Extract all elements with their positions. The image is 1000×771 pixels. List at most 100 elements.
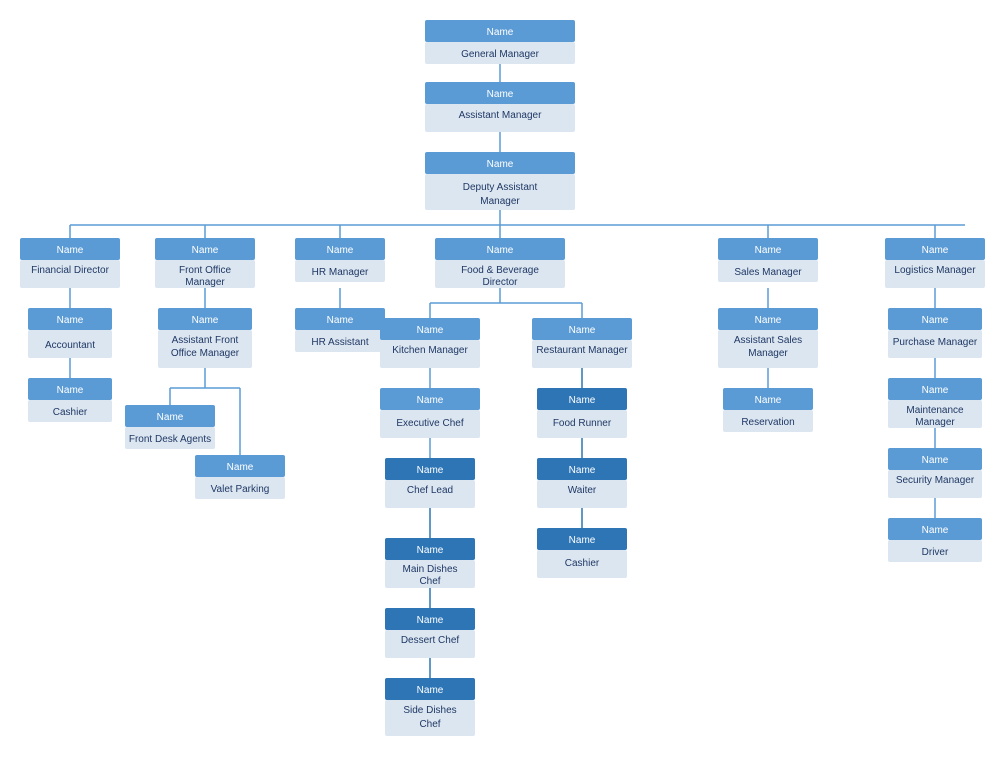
node-cashier-financial: Name Cashier: [28, 378, 112, 422]
node-am-role-text: Assistant Manager: [459, 110, 542, 121]
node-fom-name-text: Name: [192, 245, 219, 256]
node-general-manager: Name General Manager: [425, 20, 575, 64]
node-sm-name-text: Name: [755, 245, 782, 256]
node-mdc-role-text2: Chef: [419, 576, 440, 587]
node-cash-fin-name-text: Name: [57, 385, 84, 396]
node-fr-name-text: Name: [569, 395, 596, 406]
node-am-name-text: Name: [487, 89, 514, 100]
node-financial-director: Name Financial Director: [20, 238, 120, 288]
node-hr-manager: Name HR Manager: [295, 238, 385, 282]
node-executive-chef: Name Executive Chef: [380, 388, 480, 438]
node-afom-role-text2: Office Manager: [171, 348, 240, 359]
node-food-beverage-director: Name Food & Beverage Director: [435, 238, 565, 288]
node-km-role-text: Kitchen Manager: [392, 345, 468, 356]
node-gm-name-text: Name: [487, 27, 514, 38]
node-afom-role-text: Assistant Front: [172, 335, 239, 346]
node-asst-front-office-manager: Name Assistant Front Office Manager: [158, 308, 252, 368]
node-fbd-role-text2: Director: [482, 277, 518, 288]
node-side-dishes-chef: Name Side Dishes Chef: [385, 678, 475, 736]
node-asst-sales-manager: Name Assistant Sales Manager: [718, 308, 818, 368]
node-mdc-name-text: Name: [417, 545, 444, 556]
node-dam-name-text: Name: [487, 159, 514, 170]
node-dam-role-text2: Manager: [480, 196, 520, 207]
node-lm-name-text: Name: [922, 245, 949, 256]
node-cash-rest-name-text: Name: [569, 535, 596, 546]
node-mm-role-text: Maintenance: [906, 405, 964, 416]
node-dc-role-text: Dessert Chef: [401, 635, 460, 646]
node-sales-manager: Name Sales Manager: [718, 238, 818, 282]
node-front-desk-agents: Name Front Desk Agents: [125, 405, 215, 449]
node-fda-role-text: Front Desk Agents: [129, 434, 211, 445]
node-res-name-text: Name: [755, 395, 782, 406]
node-sdc-role-text2: Chef: [419, 719, 440, 730]
node-security-manager: Name Security Manager: [888, 448, 982, 498]
node-drv-role-text: Driver: [922, 547, 949, 558]
node-hra-role-text: HR Assistant: [311, 337, 368, 348]
node-hrm-role-text: HR Manager: [312, 267, 369, 278]
node-fda-name-text: Name: [157, 412, 184, 423]
node-dessert-chef: Name Dessert Chef: [385, 608, 475, 658]
node-w-name-text: Name: [569, 465, 596, 476]
node-res-role-text: Reservation: [741, 417, 794, 428]
node-assistant-manager: Name Assistant Manager: [425, 82, 575, 132]
node-afom-name-text: Name: [192, 315, 219, 326]
node-chef-lead: Name Chef Lead: [385, 458, 475, 508]
node-mm-name-text: Name: [922, 385, 949, 396]
node-fom-role-text2: Manager: [185, 277, 225, 288]
node-reservation: Name Reservation: [723, 388, 813, 432]
node-deputy-assistant-manager: Name Deputy Assistant Manager: [425, 152, 575, 210]
node-fd-role-text: Financial Director: [31, 265, 109, 276]
node-secm-role-text: Security Manager: [896, 475, 975, 486]
node-dc-name-text: Name: [417, 615, 444, 626]
node-hr-assistant: Name HR Assistant: [295, 308, 385, 352]
node-sdc-name-text: Name: [417, 685, 444, 696]
node-mm-role-text2: Manager: [915, 417, 955, 428]
node-drv-name-text: Name: [922, 525, 949, 536]
node-acc-name-text: Name: [57, 315, 84, 326]
node-cl-role-text: Chef Lead: [407, 485, 453, 496]
node-valet-role-text: Valet Parking: [211, 484, 270, 495]
node-hrm-name-text: Name: [327, 245, 354, 256]
node-cashier-restaurant: Name Cashier: [537, 528, 627, 578]
node-secm-name-text: Name: [922, 455, 949, 466]
node-asm-role-text2: Manager: [748, 348, 788, 359]
node-sdc-role-text: Side Dishes: [403, 705, 456, 716]
node-lm-role-text: Logistics Manager: [894, 265, 976, 276]
node-main-dishes-chef: Name Main Dishes Chef: [385, 538, 475, 588]
node-front-office-manager: Name Front Office Manager: [155, 238, 255, 288]
node-fbd-role-text: Food & Beverage: [461, 265, 539, 276]
node-driver: Name Driver: [888, 518, 982, 562]
node-sm-role-text: Sales Manager: [734, 267, 802, 278]
node-ec-name-text: Name: [417, 395, 444, 406]
chart-container: Name General Manager Name Assistant Mana…: [0, 0, 1000, 771]
node-rm-role-text: Restaurant Manager: [536, 345, 628, 356]
node-fom-role-text: Front Office: [179, 265, 231, 276]
node-fr-role-text: Food Runner: [553, 418, 612, 429]
node-valet-parking: Name Valet Parking: [195, 455, 285, 499]
node-waiter: Name Waiter: [537, 458, 627, 508]
node-rm-name-text: Name: [569, 325, 596, 336]
node-ec-role-text: Executive Chef: [396, 418, 463, 429]
node-w-role-text: Waiter: [568, 485, 597, 496]
node-acc-role-text: Accountant: [45, 340, 95, 351]
node-cash-rest-role-text: Cashier: [565, 558, 600, 569]
node-cash-fin-role-text: Cashier: [53, 407, 88, 418]
node-cl-name-text: Name: [417, 465, 444, 476]
node-fbd-name-text: Name: [487, 245, 514, 256]
node-asm-name-text: Name: [755, 315, 782, 326]
node-accountant: Name Accountant: [28, 308, 112, 358]
node-pm-role-text: Purchase Manager: [893, 337, 978, 348]
node-fd-name-text: Name: [57, 245, 84, 256]
node-gm-role-text: General Manager: [461, 49, 539, 60]
node-hra-name-text: Name: [327, 315, 354, 326]
org-chart-svg: Name General Manager Name Assistant Mana…: [10, 10, 1000, 758]
node-purchase-manager: Name Purchase Manager: [888, 308, 982, 358]
node-restaurant-manager: Name Restaurant Manager: [532, 318, 632, 368]
node-kitchen-manager: Name Kitchen Manager: [380, 318, 480, 368]
node-mdc-role-text: Main Dishes: [402, 564, 457, 575]
node-pm-name-text: Name: [922, 315, 949, 326]
node-maintenance-manager: Name Maintenance Manager: [888, 378, 982, 428]
node-logistics-manager: Name Logistics Manager: [885, 238, 985, 288]
node-asm-role-text: Assistant Sales: [734, 335, 802, 346]
node-dam-role-text: Deputy Assistant: [463, 182, 538, 193]
